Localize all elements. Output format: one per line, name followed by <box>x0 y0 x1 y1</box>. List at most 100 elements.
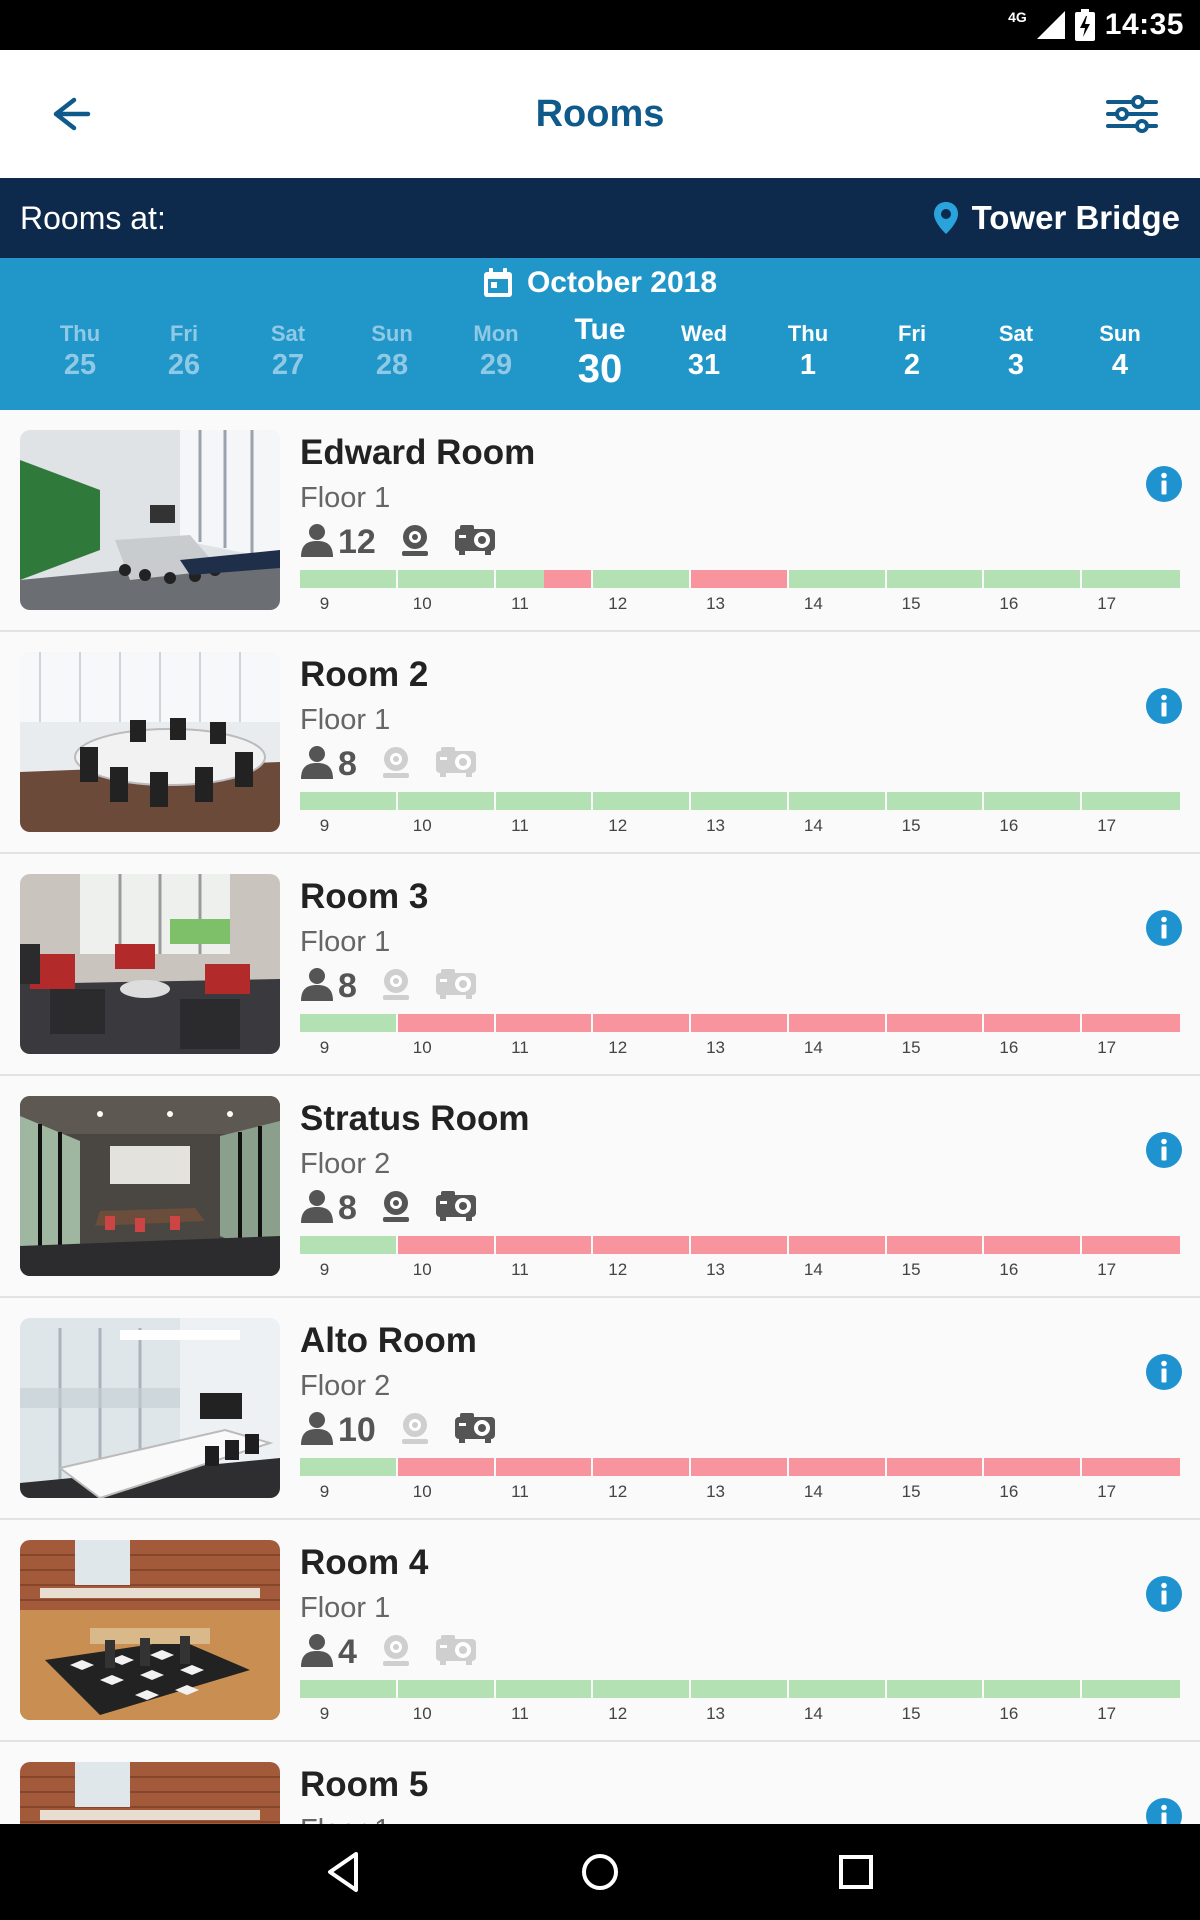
slot-free <box>935 792 983 810</box>
slot-free <box>1033 1680 1081 1698</box>
calendar-day: Thu 25 <box>28 320 132 382</box>
nav-back-icon[interactable] <box>322 1850 366 1894</box>
slot-booked <box>837 1014 885 1032</box>
month-header[interactable]: October 2018 <box>0 258 1200 308</box>
slot-free <box>348 1014 396 1032</box>
hour-label: 11 <box>511 1482 529 1501</box>
location-selector[interactable]: Tower Bridge <box>933 178 1180 258</box>
slot-free <box>348 1680 396 1698</box>
room-name: Room 4 <box>300 1543 429 1582</box>
calendar-day[interactable]: Sat 3 <box>964 320 1068 382</box>
slot-booked <box>1131 1458 1180 1476</box>
webcam-off-icon <box>379 967 413 1006</box>
slot-free <box>788 570 838 588</box>
room-card[interactable]: Room 2 Floor 1 8 9 10 11 12 13 14 15 16 17 <box>0 632 1200 854</box>
slot-free <box>740 792 787 810</box>
availability-timeline[interactable]: 9 10 11 12 13 14 15 16 17 <box>300 1236 1180 1279</box>
room-features: 8 <box>300 1186 499 1230</box>
days-row: Thu 25 Fri 26 Sat 27 Sun 28 Mon 29 Tue 30 Wed 31 Thu 1 F… <box>0 314 1200 400</box>
slot-free <box>935 570 983 588</box>
room-card[interactable]: Room 5 Floor 1 <box>0 1742 1200 1824</box>
person-icon <box>300 745 334 784</box>
slot-free <box>544 1680 592 1698</box>
slot-booked <box>446 1014 494 1032</box>
calendar-day[interactable]: Wed 31 <box>652 320 756 382</box>
location-bar: Rooms at: Tower Bridge <box>0 178 1200 258</box>
hour-label: 11 <box>511 1260 529 1279</box>
slot-booked <box>446 1458 494 1476</box>
room-card[interactable]: Edward Room Floor 1 12 9 10 11 12 13 14 15 16 17 <box>0 410 1200 632</box>
filter-sliders-icon[interactable] <box>1100 86 1164 142</box>
availability-timeline[interactable]: 9 10 11 12 13 14 15 16 17 <box>300 570 1180 613</box>
slot-booked <box>691 1014 740 1032</box>
projector-icon <box>454 523 496 562</box>
slot-booked <box>593 1458 643 1476</box>
availability-timeline[interactable]: 9 10 11 12 13 14 15 16 17 <box>300 1458 1180 1501</box>
room-photo <box>20 1318 280 1498</box>
room-floor: Floor 1 <box>300 704 391 736</box>
room-name: Stratus Room <box>300 1099 530 1138</box>
slot-booked <box>837 1236 885 1254</box>
room-floor: Floor 1 <box>300 926 391 958</box>
slot-booked <box>984 1236 1034 1254</box>
slot-free <box>593 1680 643 1698</box>
info-icon[interactable] <box>1145 687 1183 725</box>
info-icon[interactable] <box>1145 1797 1183 1824</box>
calendar-day[interactable]: Tue 30 <box>548 314 652 392</box>
room-name: Edward Room <box>300 433 536 472</box>
hour-label: 17 <box>1097 816 1117 835</box>
info-icon[interactable] <box>1145 1353 1183 1391</box>
slot-booked <box>544 1236 592 1254</box>
nav-home-icon[interactable] <box>578 1850 622 1894</box>
info-icon[interactable] <box>1145 1575 1183 1613</box>
slot-booked <box>740 1236 787 1254</box>
availability-timeline[interactable]: 9 10 11 12 13 14 15 16 17 <box>300 1680 1180 1723</box>
info-icon[interactable] <box>1145 465 1183 503</box>
slot-free <box>300 1680 349 1698</box>
slot-free <box>300 1236 349 1254</box>
room-photo <box>20 430 280 610</box>
slot-booked <box>935 1236 983 1254</box>
slot-free <box>1033 792 1081 810</box>
slot-booked <box>1033 1458 1081 1476</box>
slot-free <box>886 1680 936 1698</box>
calendar-icon <box>483 268 512 297</box>
slot-free <box>300 570 349 588</box>
hour-label: 16 <box>999 1482 1019 1501</box>
slot-free <box>495 1680 545 1698</box>
room-card[interactable]: Room 3 Floor 1 8 9 10 11 12 13 14 15 16 17 <box>0 854 1200 1076</box>
room-card[interactable]: Stratus Room Floor 2 8 9 10 11 12 13 14 15 16 17 <box>0 1076 1200 1298</box>
slot-free <box>691 1680 740 1698</box>
info-icon[interactable] <box>1145 1131 1183 1169</box>
slot-booked <box>1082 1458 1132 1476</box>
slot-booked <box>397 1458 447 1476</box>
hour-label: 16 <box>999 1704 1019 1723</box>
person-icon <box>300 1633 334 1672</box>
slot-booked <box>788 1014 838 1032</box>
room-list: Edward Room Floor 1 12 9 10 11 12 13 14 15 16 17 Roo… <box>0 410 1200 1824</box>
day-name: Sun <box>371 321 413 346</box>
room-card[interactable]: Room 4 Floor 1 4 9 10 11 12 13 14 15 16 17 <box>0 1520 1200 1742</box>
hour-label: 13 <box>706 1260 725 1279</box>
hour-label: 14 <box>803 1260 823 1279</box>
calendar-day[interactable]: Thu 1 <box>756 320 860 382</box>
availability-timeline[interactable]: 9 10 11 12 13 14 15 16 17 <box>300 792 1180 835</box>
hour-label: 9 <box>319 594 330 613</box>
slot-free <box>837 570 885 588</box>
hour-label: 15 <box>901 1038 921 1057</box>
info-icon[interactable] <box>1145 909 1183 947</box>
calendar-day[interactable]: Fri 2 <box>860 320 964 382</box>
calendar-day[interactable]: Sun 4 <box>1068 320 1172 382</box>
availability-timeline[interactable]: 9 10 11 12 13 14 15 16 17 <box>300 1014 1180 1057</box>
projector-icon <box>435 1189 477 1228</box>
room-card[interactable]: Alto Room Floor 2 10 9 10 11 12 13 14 15 16 17 <box>0 1298 1200 1520</box>
hour-label: 9 <box>319 1482 330 1501</box>
day-date: 27 <box>271 349 305 381</box>
slot-booked <box>642 1458 690 1476</box>
slot-booked <box>544 1014 592 1032</box>
hour-label: 16 <box>999 816 1019 835</box>
nav-recents-icon[interactable] <box>834 1850 878 1894</box>
slot-free <box>1131 570 1180 588</box>
hour-label: 11 <box>511 1038 529 1057</box>
room-features: 12 <box>300 520 518 564</box>
